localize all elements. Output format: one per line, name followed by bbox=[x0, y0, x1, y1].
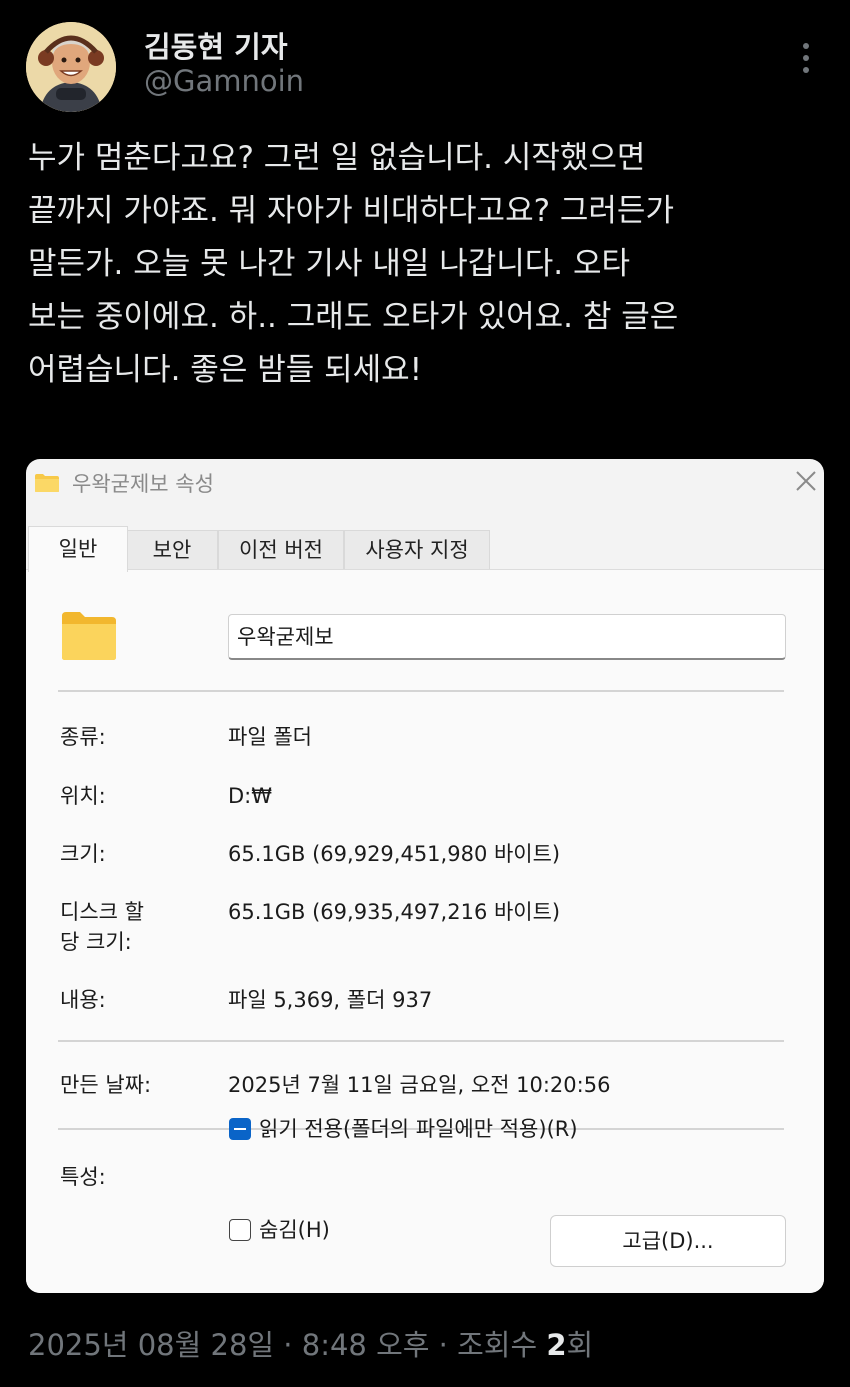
size-value: 65.1GB (69,929,451,980 바이트) bbox=[228, 842, 561, 866]
size-label: 크기: bbox=[60, 842, 106, 866]
tweet-line: 끝까지 가야죠. 뭐 자아가 비대하다고요? 그러든가 bbox=[28, 193, 674, 229]
folder-icon bbox=[35, 474, 59, 492]
more-vertical-icon[interactable] bbox=[790, 38, 820, 78]
tweet-line: 어렵습니다. 좋은 밤들 되세요! bbox=[28, 352, 423, 388]
properties-dialog-image[interactable]: 우왁굳제보 속성 일반 보안 이전 버전 사용자 지정 우왁굳제보 종류: 파일… bbox=[26, 459, 824, 1293]
tab-previous-versions[interactable]: 이전 버전 bbox=[218, 530, 344, 569]
tweet-meta: 2025년 08월 28일 · 8:48 오후 · 조회수 2회 bbox=[28, 1322, 593, 1364]
tweet-line: 말든가. 오늘 못 나간 기사 내일 나갑니다. 오타 bbox=[28, 246, 631, 282]
contents-value: 파일 5,369, 폴더 937 bbox=[228, 988, 433, 1012]
tweet-timestamp[interactable]: 2025년 08월 28일 · 8:48 오후 · 조회수 bbox=[28, 1328, 546, 1362]
readonly-checkbox[interactable] bbox=[229, 1118, 251, 1140]
disk-size-label-line1: 디스크 할 bbox=[60, 900, 144, 924]
created-label: 만든 날짜: bbox=[60, 1073, 152, 1097]
author-name[interactable]: 김동현 기자 bbox=[144, 24, 288, 66]
readonly-label[interactable]: 읽기 전용(폴더의 파일에만 적용)(R) bbox=[259, 1114, 578, 1144]
disk-size-value: 65.1GB (69,935,497,216 바이트) bbox=[228, 900, 561, 924]
contents-label: 내용: bbox=[60, 988, 106, 1012]
view-count: 2 bbox=[546, 1328, 567, 1362]
general-panel: 우왁굳제보 종류: 파일 폴더 위치: D:₩ 크기: 65.1GB (69,9… bbox=[26, 569, 824, 1293]
tweet-line: 누가 멈춘다고요? 그런 일 없습니다. 시작했으면 bbox=[28, 140, 646, 176]
author-handle[interactable]: @Gamnoin bbox=[144, 64, 304, 98]
view-count-unit: 회 bbox=[566, 1328, 594, 1362]
tab-security[interactable]: 보안 bbox=[126, 530, 218, 569]
location-value: D:₩ bbox=[228, 784, 273, 808]
attributes-label: 특성: bbox=[60, 1165, 106, 1189]
type-value: 파일 폴더 bbox=[228, 725, 312, 749]
advanced-button[interactable]: 고급(D)... bbox=[550, 1215, 786, 1267]
tweet-text: 누가 멈춘다고요? 그런 일 없습니다. 시작했으면 끝까지 가야죠. 뭐 자아… bbox=[28, 132, 828, 397]
avatar-illustration bbox=[26, 22, 116, 112]
disk-size-label-line2: 당 크기: bbox=[60, 930, 132, 954]
dialog-title: 우왁굳제보 속성 bbox=[72, 472, 214, 496]
divider bbox=[58, 690, 784, 692]
hidden-checkbox[interactable] bbox=[229, 1219, 251, 1241]
tweet-line: 보는 중이에요. 하.. 그래도 오타가 있어요. 참 글은 bbox=[28, 299, 679, 335]
avatar[interactable] bbox=[26, 22, 116, 112]
folder-icon bbox=[62, 612, 116, 660]
divider bbox=[58, 1040, 784, 1042]
tab-bar: 일반 보안 이전 버전 사용자 지정 bbox=[26, 526, 824, 572]
created-value: 2025년 7월 11일 금요일, 오전 10:20:56 bbox=[228, 1073, 611, 1097]
location-label: 위치: bbox=[60, 784, 106, 808]
type-label: 종류: bbox=[60, 725, 106, 749]
folder-name-input[interactable]: 우왁굳제보 bbox=[228, 614, 786, 660]
tab-general[interactable]: 일반 bbox=[28, 526, 128, 572]
close-icon[interactable] bbox=[792, 467, 820, 495]
dialog-titlebar: 우왁굳제보 속성 bbox=[26, 459, 824, 507]
tab-customize[interactable]: 사용자 지정 bbox=[344, 530, 490, 569]
hidden-label[interactable]: 숨김(H) bbox=[259, 1215, 330, 1245]
